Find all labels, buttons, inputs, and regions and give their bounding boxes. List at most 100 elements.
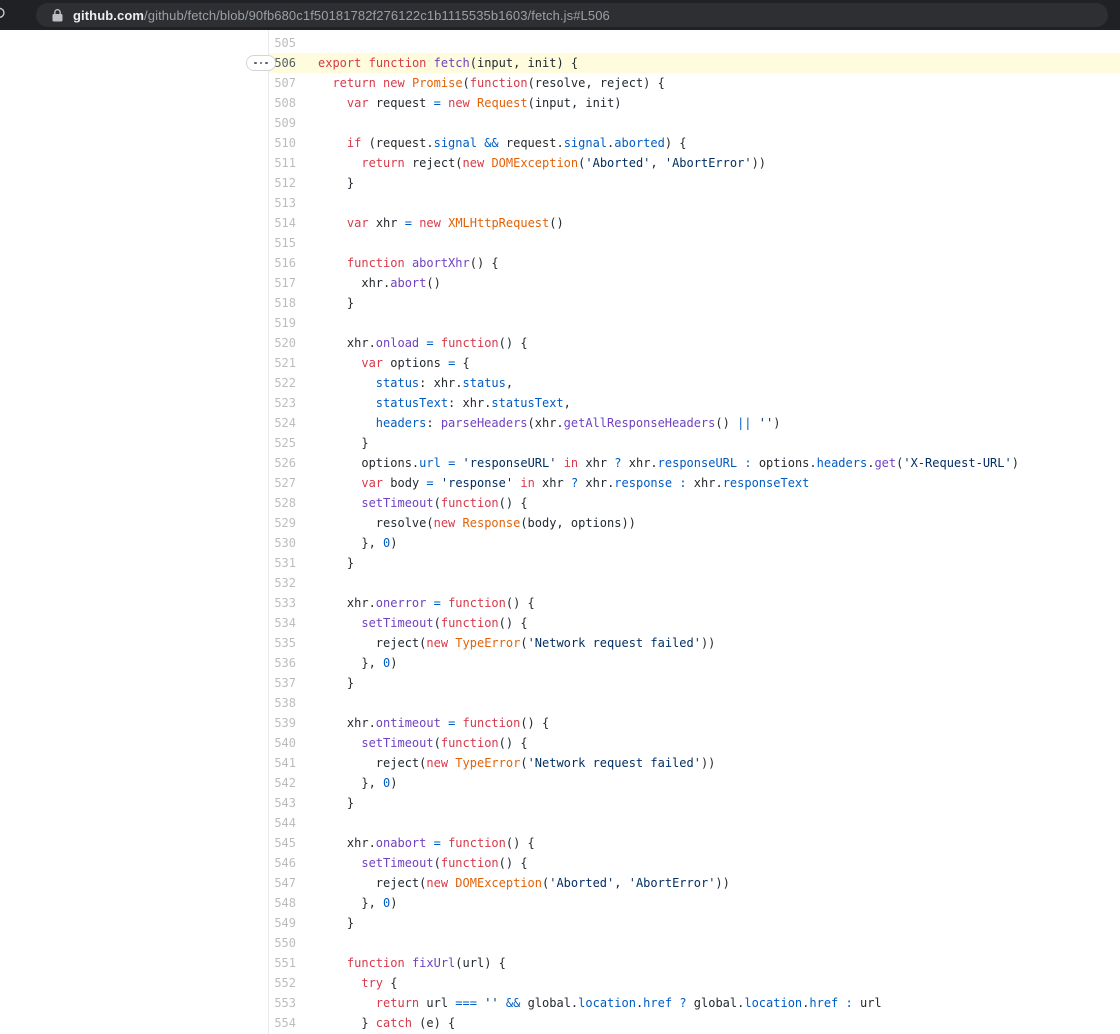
code-token: (url) { [455,956,506,970]
line-number[interactable]: 508 [269,93,308,113]
line-number[interactable]: 547 [269,873,308,893]
code-token: in [520,476,534,490]
code-token: setTimeout [361,496,433,510]
line-number[interactable]: 519 [269,313,308,333]
code-token: , [650,156,664,170]
line-number[interactable]: 529 [269,513,308,533]
code-token: options. [318,456,419,470]
code-token: reject( [318,636,426,650]
code-row: 552 try { [269,973,1120,993]
line-number[interactable]: 552 [269,973,308,993]
line-number[interactable]: 533 [269,593,308,613]
line-number[interactable]: 535 [269,633,308,653]
line-number[interactable]: 542 [269,773,308,793]
line-number[interactable]: 545 [269,833,308,853]
code-line: } [308,673,354,693]
code-token: onerror [376,596,427,610]
line-number[interactable]: 518 [269,293,308,313]
url-text[interactable]: github.com/github/fetch/blob/90fb680c1f5… [73,8,610,23]
code-token: location [744,996,802,1010]
line-number[interactable]: 525 [269,433,308,453]
line-number[interactable]: 522 [269,373,308,393]
code-token: function [441,736,499,750]
address-pill[interactable]: github.com/github/fetch/blob/90fb680c1f5… [36,3,1108,27]
line-number[interactable]: 526 [269,453,308,473]
code-token [318,396,376,410]
line-number[interactable]: 550 [269,933,308,953]
code-token: ) { [665,136,687,150]
line-number[interactable]: 505 [269,33,308,53]
line-number[interactable]: 540 [269,733,308,753]
line-number[interactable]: 548 [269,893,308,913]
line-number[interactable]: 551 [269,953,308,973]
code-token: = [405,216,412,230]
line-number[interactable]: 543 [269,793,308,813]
line-number[interactable]: 554 [269,1013,308,1033]
line-number[interactable]: 553 [269,993,308,1013]
code-token: new [426,876,448,890]
code-token [318,476,361,490]
code-line: }, 0) [308,653,398,673]
code-token: url [419,996,455,1010]
code-line: setTimeout(function() { [308,853,528,873]
line-number[interactable]: 514 [269,213,308,233]
code-token: onload [376,336,419,350]
code-token: if [347,136,361,150]
code-token: href [643,996,672,1010]
line-number[interactable]: 511 [269,153,308,173]
line-number[interactable]: 521 [269,353,308,373]
line-number[interactable]: 515 [269,233,308,253]
reload-icon[interactable]: ⟳ [0,4,5,24]
line-number[interactable]: 534 [269,613,308,633]
code-token: function [347,956,405,970]
code-token: )) [715,876,729,890]
line-number[interactable]: 507 [269,73,308,93]
code-token: ( [520,636,527,650]
code-line [308,313,318,333]
line-number[interactable]: 549 [269,913,308,933]
code-token: } [318,436,369,450]
code-token: && [506,996,520,1010]
code-token: Promise [412,76,463,90]
line-number[interactable]: 512 [269,173,308,193]
line-number[interactable]: 544 [269,813,308,833]
line-number[interactable]: 541 [269,753,308,773]
code-token [361,56,368,70]
code-token: () { [499,336,528,350]
code-token: }, [318,896,383,910]
code-token: 'Network request failed' [528,756,701,770]
code-token [405,956,412,970]
line-number[interactable]: 531 [269,553,308,573]
line-number[interactable]: 546 [269,853,308,873]
line-actions-button[interactable] [246,55,276,71]
code-token [441,716,448,730]
line-number[interactable]: 536 [269,653,308,673]
code-row: 550 [269,933,1120,953]
code-token: request [369,96,434,110]
code-token: headers [376,416,427,430]
code-row: 529 resolve(new Response(body, options)) [269,513,1120,533]
line-number[interactable]: 509 [269,113,308,133]
line-number[interactable]: 538 [269,693,308,713]
code-token: resolve( [318,516,434,530]
line-number[interactable]: 527 [269,473,308,493]
line-number[interactable]: 513 [269,193,308,213]
code-token: 'Network request failed' [528,636,701,650]
code-row: 508 var request = new Request(input, ini… [269,93,1120,113]
line-number[interactable]: 524 [269,413,308,433]
line-number[interactable]: 510 [269,133,308,153]
line-number[interactable]: 537 [269,673,308,693]
code-row: 515 [269,233,1120,253]
line-number[interactable]: 532 [269,573,308,593]
code-token: function [463,716,521,730]
code-line: xhr.onload = function() { [308,333,528,353]
line-number[interactable]: 520 [269,333,308,353]
line-number[interactable]: 528 [269,493,308,513]
line-number[interactable]: 523 [269,393,308,413]
code-token: ) [773,416,780,430]
line-number[interactable]: 539 [269,713,308,733]
line-number[interactable]: 517 [269,273,308,293]
lock-icon[interactable] [52,9,63,22]
line-number[interactable]: 516 [269,253,308,273]
line-number[interactable]: 530 [269,533,308,553]
